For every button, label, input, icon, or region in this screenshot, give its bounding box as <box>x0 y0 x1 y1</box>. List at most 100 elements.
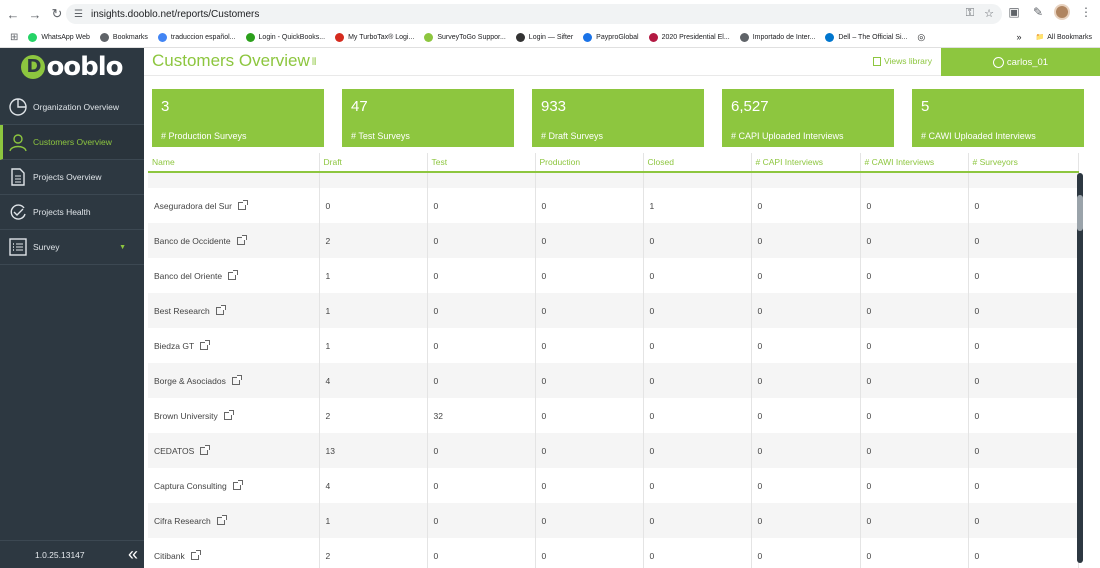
bookmark-item[interactable]: Dell – The Official Si... <box>825 33 907 42</box>
share-icon[interactable]: ⫴ <box>312 57 316 68</box>
column-header[interactable]: # Surveyors <box>968 153 1079 173</box>
user-menu-button[interactable]: carlos_01 <box>941 48 1100 76</box>
external-link-icon[interactable] <box>236 235 247 246</box>
summary-card[interactable]: 47 # Test Surveys <box>342 89 514 147</box>
column-header[interactable]: # CAWI Interviews <box>860 153 969 173</box>
bookmark-favicon-icon <box>739 33 749 42</box>
puzzle-extensions-icon[interactable]: ✎ <box>1030 4 1046 20</box>
table-row[interactable]: Citibank 2 0 0 0 0 0 0 <box>148 538 1079 568</box>
bookmark-item[interactable]: PayproGlobal <box>583 33 639 42</box>
bookmark-item[interactable]: Importado de Inter... <box>739 33 815 42</box>
table-scrollbar[interactable] <box>1077 173 1083 563</box>
customer-name[interactable]: Brown University <box>154 411 218 421</box>
bookmark-label: WhatsApp Web <box>41 34 90 41</box>
customer-name[interactable]: Captura Consulting <box>154 481 227 491</box>
table-row[interactable]: Best Research 1 0 0 0 0 0 0 <box>148 293 1079 328</box>
external-link-icon[interactable] <box>216 515 227 526</box>
table-row[interactable]: Borge & Asociados 4 0 0 0 0 0 0 <box>148 363 1079 398</box>
username: carlos_01 <box>1006 56 1049 68</box>
bookmark-item[interactable]: Bookmarks <box>99 33 148 42</box>
external-link-icon[interactable] <box>237 200 248 211</box>
bookmark-star-icon[interactable]: ☆ <box>984 7 994 20</box>
cell-value: 0 <box>974 200 980 211</box>
expand-arrow-icon[interactable]: ▼ <box>119 244 126 251</box>
summary-card[interactable]: 3 # Production Surveys <box>152 89 324 147</box>
customer-name[interactable]: Banco de Occidente <box>154 236 231 246</box>
table-row[interactable]: Cifra Research 1 0 0 0 0 0 0 <box>148 503 1079 538</box>
address-bar[interactable]: ☰ insights.dooblo.net/reports/Customers … <box>66 4 1002 24</box>
sidebar-item-projects-health[interactable]: Projects Health <box>0 195 144 230</box>
table-row[interactable]: Aseguradora del Sur 0 0 0 1 0 0 0 <box>148 188 1079 223</box>
sidebar-item-survey[interactable]: Survey ▼ <box>0 230 144 265</box>
external-link-icon[interactable] <box>231 375 242 386</box>
external-link-icon[interactable] <box>223 410 234 421</box>
external-link-icon[interactable] <box>232 480 243 491</box>
back-icon[interactable]: ← <box>2 3 24 25</box>
extension-icon[interactable]: ▣ <box>1006 4 1022 20</box>
scrollbar-thumb[interactable] <box>1077 195 1083 231</box>
customer-name[interactable]: Aseguradora del Sur <box>154 201 232 211</box>
customer-name[interactable]: Citibank <box>154 551 185 561</box>
column-header[interactable]: Name <box>148 153 320 173</box>
external-link-icon[interactable] <box>215 305 226 316</box>
external-link-icon[interactable] <box>228 270 239 281</box>
customer-name[interactable]: Banco del Oriente <box>154 271 222 281</box>
apps-grid-icon[interactable]: ⊞ <box>10 32 18 43</box>
bookmark-item[interactable]: traduccion español... <box>157 33 236 42</box>
column-header[interactable]: Closed <box>643 153 752 173</box>
book-icon <box>872 56 881 66</box>
sidebar-item-customers-overview[interactable]: Customers Overview <box>0 125 144 160</box>
table-row[interactable]: Banco del Oriente 1 0 0 0 0 0 0 <box>148 258 1079 293</box>
table-cell: 0 <box>535 433 644 468</box>
bookmark-item[interactable]: WhatsApp Web <box>28 33 90 42</box>
summary-card[interactable]: 5 # CAWI Uploaded Interviews <box>912 89 1084 147</box>
column-header[interactable]: Production <box>535 153 644 173</box>
bookmark-item[interactable]: Login — Sifter <box>515 33 573 42</box>
column-header[interactable]: Draft <box>319 153 428 173</box>
customer-name[interactable]: Biedza GT <box>154 341 194 351</box>
summary-card[interactable]: 933 # Draft Surveys <box>532 89 704 147</box>
summary-card[interactable]: 6,527 # CAPI Uploaded Interviews <box>722 89 894 147</box>
customer-name[interactable]: CEDATOS <box>154 446 194 456</box>
cell-value: 0 <box>974 375 980 386</box>
external-link-icon[interactable] <box>200 340 211 351</box>
views-library-button[interactable]: Views library <box>872 56 932 66</box>
column-header[interactable]: # CAPI Interviews <box>751 153 861 173</box>
table-cell: 0 <box>751 468 861 503</box>
world-icon[interactable]: ◎ <box>917 32 925 43</box>
sidebar-item-organization-overview[interactable]: Organization Overview <box>0 90 144 125</box>
all-bookmarks-button[interactable]: » 📁 All Bookmarks <box>1017 32 1092 42</box>
table-row[interactable]: Biedza GT 1 0 0 0 0 0 0 <box>148 328 1079 363</box>
profile-avatar[interactable] <box>1054 4 1070 20</box>
bookmark-item[interactable]: SurveyToGo Suppor... <box>424 33 506 42</box>
forward-icon[interactable]: → <box>24 3 46 25</box>
bookmark-item[interactable]: Login - QuickBooks... <box>245 33 325 42</box>
card-label: # CAPI Uploaded Interviews <box>731 131 844 141</box>
bookmark-item[interactable]: 2020 Presidential El... <box>648 33 730 42</box>
table-row[interactable]: CEDATOS 13 0 0 0 0 0 0 <box>148 433 1079 468</box>
reload-icon[interactable]: ↻ <box>46 3 68 25</box>
customers-table-container[interactable]: Name Draft Test Production Closed # CAPI Inte… <box>148 153 1083 568</box>
table-cell: 0 <box>535 503 644 538</box>
cell-value: 0 <box>649 480 655 491</box>
sidebar-item-projects-overview[interactable]: Projects Overview <box>0 160 144 195</box>
table-row[interactable]: Banco de Occidente 2 0 0 0 0 0 0 <box>148 223 1079 258</box>
table-cell: 0 <box>968 398 1079 433</box>
external-link-icon[interactable] <box>200 445 211 456</box>
table-cell: 0 <box>968 433 1079 468</box>
cell-value: 0 <box>866 480 872 491</box>
customer-name[interactable]: Cifra Research <box>154 516 211 526</box>
customer-name[interactable]: Borge & Asociados <box>154 376 226 386</box>
bookmark-item[interactable]: My TurboTax® Logi... <box>335 33 414 42</box>
kebab-menu-icon[interactable]: ⋮ <box>1078 4 1094 20</box>
collapse-sidebar-icon[interactable]: « <box>128 544 138 565</box>
site-info-icon[interactable]: ☰ <box>74 9 83 20</box>
customer-name-cell: Cifra Research <box>148 503 320 538</box>
table-row[interactable]: Captura Consulting 4 0 0 0 0 0 0 <box>148 468 1079 503</box>
password-key-icon[interactable]: ⚿ <box>966 7 974 20</box>
customer-name[interactable]: Best Research <box>154 306 210 316</box>
column-header[interactable]: Test <box>427 153 536 173</box>
external-link-icon[interactable] <box>190 550 201 561</box>
dooblo-logo[interactable]: Dooblo <box>0 48 144 86</box>
table-row[interactable]: Brown University 2 32 0 0 0 0 0 <box>148 398 1079 433</box>
